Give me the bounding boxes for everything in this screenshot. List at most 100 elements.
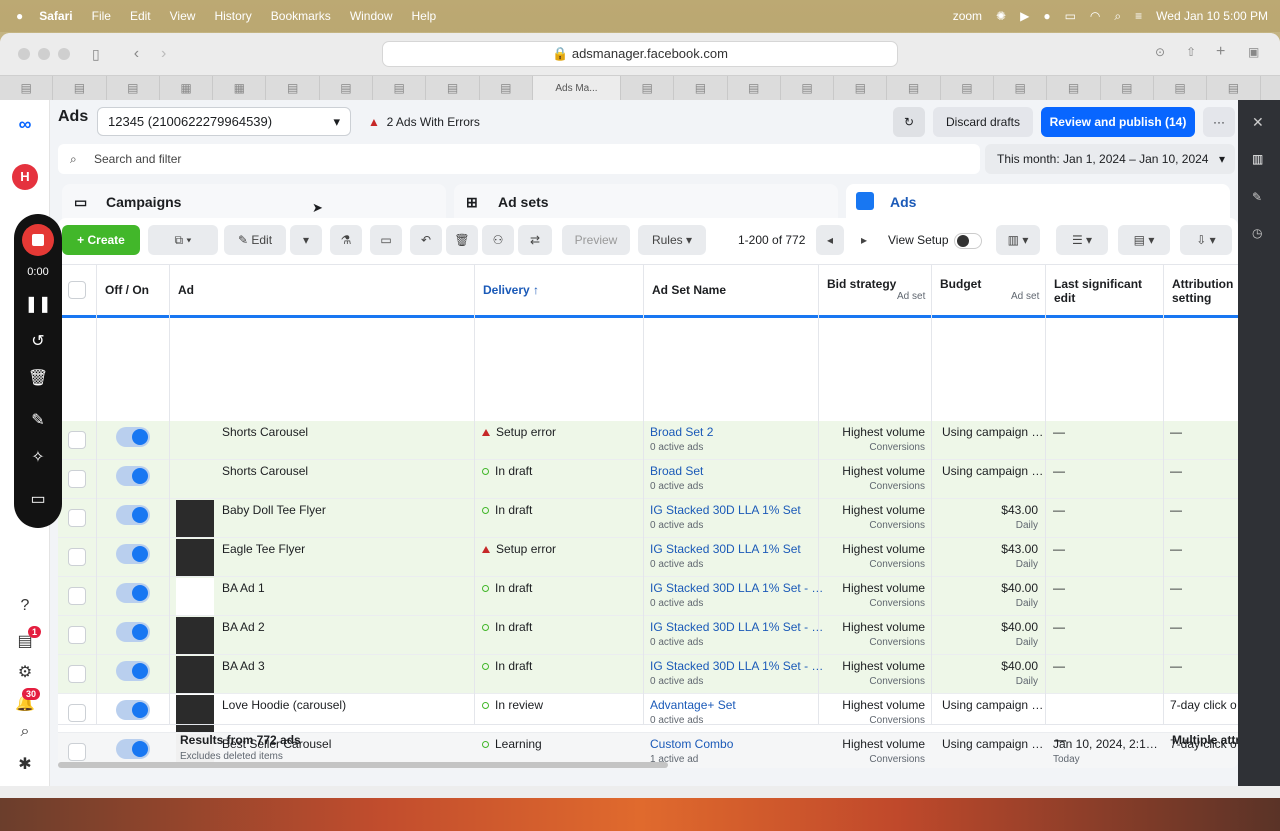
tab-overview-icon[interactable]: ▣ [1248,45,1259,59]
clipboard-icon[interactable]: ▭ [370,225,402,255]
row-checkbox[interactable] [68,431,86,449]
col-bid[interactable]: Bid strategy [827,277,896,291]
table-row[interactable]: Baby Doll Tee Flyer In draft IG Stacked 30… [58,499,1238,538]
help-icon[interactable]: ? [12,597,38,615]
settings-icon[interactable]: ⚙ [12,662,38,682]
tab-ads-manager[interactable]: Ads Ma... [532,76,621,100]
row-checkbox[interactable] [68,626,86,644]
ad-name[interactable]: BA Ad 2 [222,620,265,634]
account-selector[interactable]: 12345 (2100622279964539) ▾ [97,107,351,136]
table-row[interactable]: BA Ad 2 In draft IG Stacked 30D LLA 1% Set… [58,616,1238,655]
battery-icon[interactable]: ▭ [1065,9,1076,23]
ad-name[interactable]: BA Ad 1 [222,581,265,595]
ad-toggle[interactable] [116,583,150,603]
ad-toggle[interactable] [116,622,150,642]
horizontal-scrollbar[interactable] [58,762,668,768]
adset-link[interactable]: IG Stacked 30D LLA 1% Set [650,503,801,517]
chart-icon[interactable]: ▥ [1252,152,1263,166]
review-publish-button[interactable]: Review and publish (14) [1041,107,1195,137]
ad-name[interactable]: Shorts Carousel [222,425,308,439]
avatar[interactable]: H [12,164,38,190]
menu-bookmarks[interactable]: Bookmarks [271,9,331,23]
ad-toggle[interactable] [116,544,150,564]
clock-icon[interactable]: ◷ [1252,226,1262,240]
create-button[interactable]: + Create [62,225,140,255]
menu-safari[interactable]: Safari [39,9,72,23]
meta-logo-icon[interactable]: ∞ [12,114,38,135]
col-delivery[interactable]: Delivery ↑ [483,283,539,297]
audience-icon[interactable]: ⚇ [482,225,514,255]
table-row[interactable]: Shorts Carousel Setup error Broad Set 2 0 a… [58,421,1238,460]
preview-button[interactable]: Preview [562,225,630,255]
downloads-icon[interactable]: ⊙ [1155,45,1165,59]
table-row[interactable]: BA Ad 3 In draft IG Stacked 30D LLA 1% Set… [58,655,1238,694]
new-tab-icon[interactable]: + [1216,43,1225,61]
ad-toggle[interactable] [116,700,150,720]
browser-tab[interactable]: ▤ [994,76,1048,100]
browser-tab[interactable]: ▤ [1047,76,1101,100]
menu-view[interactable]: View [170,9,196,23]
browser-tab[interactable]: ▤ [781,76,835,100]
row-checkbox[interactable] [68,704,86,722]
menu-edit[interactable]: Edit [130,9,151,23]
play-icon[interactable]: ▶ [1020,9,1029,23]
wifi-icon[interactable]: ◠ [1090,9,1100,23]
table-row[interactable]: Eagle Tee Flyer Setup error IG Stacked 30D… [58,538,1238,577]
menu-window[interactable]: Window [350,9,393,23]
control-center-icon[interactable]: ≡ [1135,9,1142,23]
ad-toggle[interactable] [116,505,150,525]
search-icon[interactable]: ⌕ [1114,9,1121,24]
user-icon[interactable]: ● [1043,9,1050,23]
browser-tab[interactable]: ▤ [728,76,781,100]
columns-button[interactable]: ▥ ▾ [996,225,1040,255]
adset-link[interactable]: Broad Set 2 [650,425,713,439]
row-checkbox[interactable] [68,470,86,488]
restart-icon[interactable]: ↺ [31,332,44,352]
col-last-edit[interactable]: Last significant edit [1054,277,1154,305]
apple-menu-icon[interactable]: ● [16,9,23,23]
adset-link[interactable]: IG Stacked 30D LLA 1% Set - … [650,659,823,673]
col-adset[interactable]: Ad Set Name [652,283,726,297]
next-page-button[interactable]: ▸ [850,225,878,255]
browser-tab[interactable]: ▤ [1154,76,1208,100]
search-filter-input[interactable]: ⌕ Search and filter [58,144,980,174]
discard-drafts-button[interactable]: Discard drafts [933,107,1033,137]
browser-tab[interactable]: ▤ [941,76,995,100]
stop-recording-button[interactable] [22,224,54,256]
browser-tab[interactable]: ▤ [0,76,54,100]
reports-button[interactable]: ▤ ▾ [1118,225,1170,255]
share-icon[interactable]: ⇧ [1186,45,1196,59]
sidebar-icon[interactable]: ▯ [92,46,100,63]
menu-file[interactable]: File [92,9,111,23]
col-onoff[interactable]: Off / On [105,283,149,297]
close-window-button[interactable] [18,48,30,60]
browser-tab[interactable]: ▤ [53,76,107,100]
ad-name[interactable]: Baby Doll Tee Flyer [222,503,326,517]
ab-test-icon[interactable]: ⚗ [330,225,362,255]
row-checkbox[interactable] [68,587,86,605]
duplicate-button[interactable]: ⧉ ▾ [148,225,218,255]
view-setup-toggle[interactable] [954,233,982,249]
table-row[interactable]: BA Ad 1 In draft IG Stacked 30D LLA 1% Set… [58,577,1238,616]
edit-button[interactable]: ✎ Edit [224,225,286,255]
browser-tab[interactable]: ▤ [887,76,941,100]
browser-tab[interactable]: ▦ [213,76,267,100]
pause-icon[interactable]: ❚❚ [25,295,52,315]
refresh-button[interactable]: ↻ [893,107,925,137]
adset-link[interactable]: Broad Set [650,464,703,478]
brightness-icon[interactable]: ✺ [996,9,1006,23]
browser-tab[interactable]: ▤ [373,76,427,100]
effects-icon[interactable]: ✧ [31,448,44,468]
ad-toggle[interactable] [116,427,150,447]
adset-link[interactable]: IG Stacked 30D LLA 1% Set [650,542,801,556]
browser-tab[interactable]: ▤ [107,76,160,100]
ad-toggle[interactable] [116,466,150,486]
zoom-status[interactable]: zoom [953,9,982,23]
row-checkbox[interactable] [68,665,86,683]
more-options-button[interactable]: ··· [1203,107,1235,137]
adset-link[interactable]: IG Stacked 30D LLA 1% Set - … [650,581,823,595]
menu-history[interactable]: History [214,9,251,23]
edit-dropdown-button[interactable]: ▾ [290,225,322,255]
table-row[interactable]: Shorts Carousel In draft Broad Set 0 active… [58,460,1238,499]
camera-icon[interactable]: ▭ [30,490,45,510]
